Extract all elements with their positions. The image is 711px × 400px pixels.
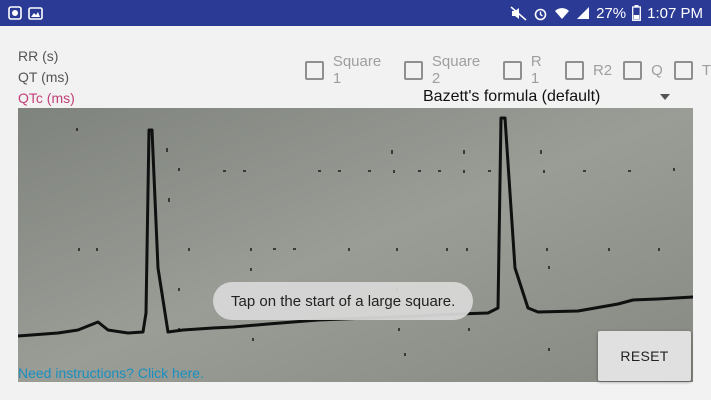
checkbox-box[interactable] — [673, 60, 693, 80]
status-right: 27% 1:07 PM — [510, 5, 703, 22]
checkbox-q[interactable]: Q — [623, 60, 663, 80]
rr-label: RR (s) — [18, 48, 59, 64]
ecg-image[interactable] — [18, 108, 693, 382]
checkbox-label: R2 — [592, 61, 613, 79]
checkbox-label: Square 1 — [332, 53, 382, 87]
checkbox-box[interactable] — [623, 60, 643, 80]
checkbox-square-2[interactable]: Square 2 — [404, 53, 492, 87]
checkbox-t[interactable]: T — [673, 60, 711, 80]
battery-icon — [632, 5, 642, 21]
wifi-icon — [554, 6, 570, 20]
clock: 1:07 PM — [647, 4, 703, 22]
alarm-icon — [533, 6, 548, 21]
checkbox-r1[interactable]: R 1 — [503, 53, 554, 87]
battery-percent: 27% — [596, 4, 627, 22]
checkbox-box[interactable] — [564, 60, 584, 80]
notification-image-icon — [28, 6, 43, 20]
qtc-label: QTc (ms) — [18, 90, 75, 106]
signal-icon — [576, 6, 590, 20]
formula-dropdown[interactable]: Bazett's formula (default) — [423, 86, 676, 108]
measurement-labels: RR (s) QT (ms) QTc (ms) — [18, 46, 75, 109]
checkbox-label: Q — [651, 61, 663, 79]
formula-selected: Bazett's formula (default) — [423, 88, 601, 105]
notification-app-icon — [8, 6, 22, 20]
checkbox-box[interactable] — [503, 60, 522, 80]
qt-label: QT (ms) — [18, 69, 70, 85]
checkbox-box[interactable] — [305, 60, 324, 80]
checkbox-label: R 1 — [530, 53, 542, 87]
status-bar: 27% 1:07 PM — [0, 0, 711, 26]
marker-checkboxes: Square 1 Square 2 R 1 R2 Q T — [305, 53, 711, 87]
ecg-trace-svg — [18, 108, 693, 382]
checkbox-square-1[interactable]: Square 1 — [305, 53, 393, 87]
checkbox-r2[interactable]: R2 — [564, 60, 613, 80]
checkbox-label: T — [701, 61, 711, 79]
checkbox-label: Square 2 — [431, 53, 481, 87]
checkbox-box[interactable] — [404, 60, 423, 80]
help-link[interactable]: Need instructions? Click here. — [18, 365, 204, 381]
reset-button[interactable]: RESET — [598, 331, 691, 381]
mute-icon — [510, 5, 527, 21]
status-left — [8, 6, 43, 20]
dropdown-arrow-icon — [660, 94, 670, 100]
instruction-toast: Tap on the start of a large square. — [213, 282, 474, 320]
app-body: RR (s) QT (ms) QTc (ms) Square 1 Square … — [0, 26, 711, 400]
